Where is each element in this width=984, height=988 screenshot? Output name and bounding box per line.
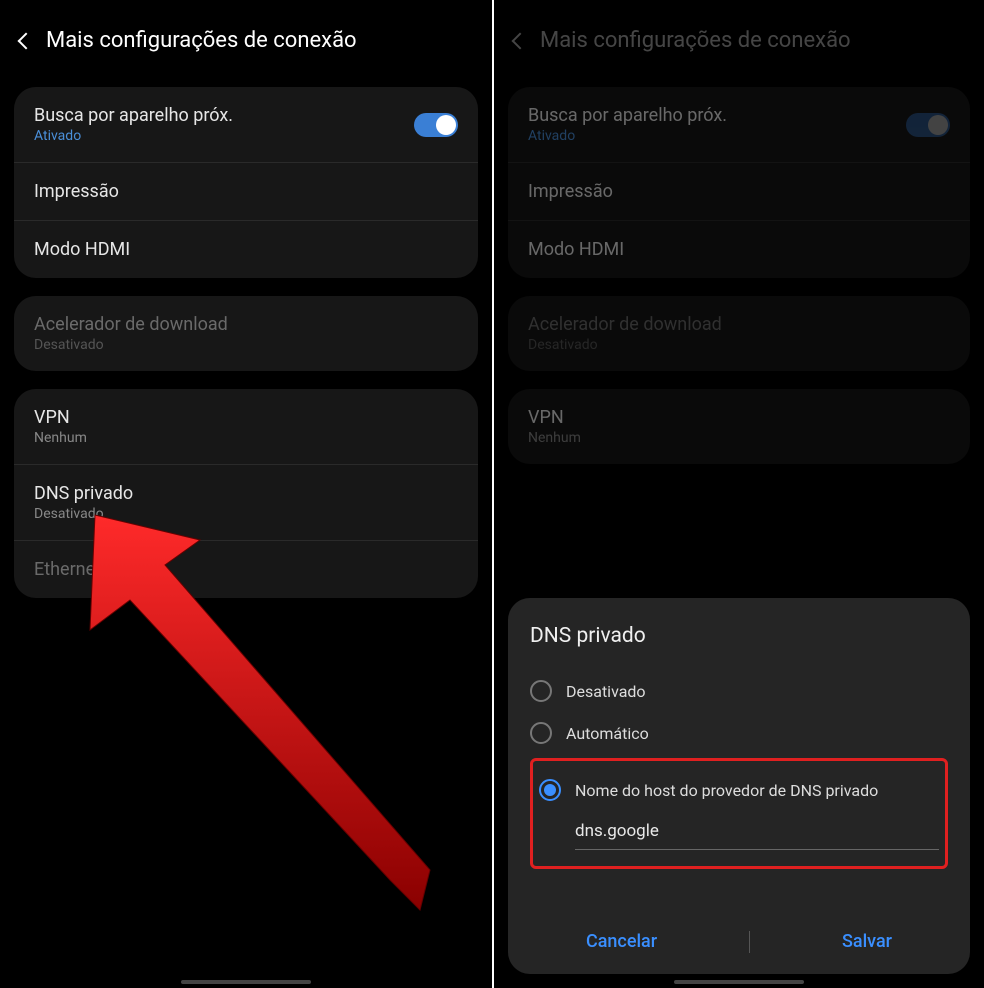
back-icon[interactable] bbox=[18, 32, 35, 49]
cancel-button[interactable]: Cancelar bbox=[566, 925, 677, 958]
radio-icon[interactable] bbox=[530, 680, 552, 702]
row-nearby-search: Busca por aparelho próx. Ativado bbox=[508, 87, 970, 163]
row-subtitle: Nenhum bbox=[528, 430, 581, 446]
row-vpn[interactable]: VPN Nenhum bbox=[14, 389, 478, 465]
row-title: Ethernet bbox=[34, 559, 101, 580]
row-title: Acelerador de download bbox=[528, 314, 722, 335]
row-subtitle: Ativado bbox=[34, 128, 233, 144]
settings-card-2: Acelerador de download Desativado bbox=[508, 296, 970, 371]
row-hdmi[interactable]: Modo HDMI bbox=[14, 221, 478, 278]
settings-card-3: VPN Nenhum bbox=[508, 389, 970, 464]
divider-icon bbox=[749, 931, 750, 953]
toggle-switch bbox=[906, 113, 950, 137]
row-title: VPN bbox=[528, 407, 581, 428]
page-title: Mais configurações de conexão bbox=[46, 28, 357, 53]
row-title: Busca por aparelho próx. bbox=[34, 105, 233, 126]
row-title: Acelerador de download bbox=[34, 314, 228, 335]
dialog-actions: Cancelar Salvar bbox=[530, 925, 948, 958]
settings-card-1: Busca por aparelho próx. Ativado Impress… bbox=[508, 87, 970, 278]
private-dns-dialog: DNS privado Desativado Automático Nome d… bbox=[508, 598, 970, 974]
radio-option-auto[interactable]: Automático bbox=[530, 712, 948, 754]
row-title: Modo HDMI bbox=[34, 239, 130, 260]
row-title: Modo HDMI bbox=[528, 239, 624, 260]
row-download-booster: Acelerador de download Desativado bbox=[14, 296, 478, 371]
home-indicator-icon bbox=[181, 980, 311, 984]
row-nearby-search[interactable]: Busca por aparelho próx. Ativado bbox=[14, 87, 478, 163]
row-subtitle: Desativado bbox=[34, 506, 133, 522]
dialog-title: DNS privado bbox=[530, 624, 948, 648]
row-ethernet: Ethernet bbox=[14, 541, 478, 598]
radio-label: Automático bbox=[566, 724, 649, 743]
row-vpn: VPN Nenhum bbox=[508, 389, 970, 464]
radio-option-off[interactable]: Desativado bbox=[530, 670, 948, 712]
row-printing[interactable]: Impressão bbox=[14, 163, 478, 221]
settings-card-2: Acelerador de download Desativado bbox=[14, 296, 478, 371]
row-title: VPN bbox=[34, 407, 87, 428]
header: Mais configurações de conexão bbox=[494, 0, 984, 77]
left-panel: Mais configurações de conexão Busca por … bbox=[0, 0, 492, 988]
row-private-dns[interactable]: DNS privado Desativado bbox=[14, 465, 478, 541]
radio-icon[interactable] bbox=[530, 722, 552, 744]
radio-option-hostname[interactable]: Nome do host do provedor de DNS privado bbox=[539, 769, 939, 811]
home-indicator-icon bbox=[674, 980, 804, 984]
row-printing: Impressão bbox=[508, 163, 970, 221]
header: Mais configurações de conexão bbox=[0, 0, 492, 77]
input-underline bbox=[575, 849, 939, 850]
back-icon bbox=[512, 32, 529, 49]
row-title: DNS privado bbox=[34, 483, 133, 504]
row-subtitle: Ativado bbox=[528, 128, 727, 144]
radio-icon[interactable] bbox=[539, 779, 561, 801]
save-button[interactable]: Salvar bbox=[822, 925, 912, 958]
settings-card-1: Busca por aparelho próx. Ativado Impress… bbox=[14, 87, 478, 278]
hostname-input[interactable]: dns.google bbox=[575, 821, 939, 841]
row-title: Busca por aparelho próx. bbox=[528, 105, 727, 126]
row-title: Impressão bbox=[528, 181, 613, 202]
annotation-highlight: Nome do host do provedor de DNS privado … bbox=[530, 758, 948, 869]
toggle-switch[interactable] bbox=[414, 113, 458, 137]
right-panel: Mais configurações de conexão Busca por … bbox=[492, 0, 984, 988]
row-title: Impressão bbox=[34, 181, 119, 202]
row-subtitle: Desativado bbox=[528, 337, 722, 353]
row-hdmi: Modo HDMI bbox=[508, 221, 970, 278]
radio-label: Desativado bbox=[566, 682, 646, 701]
settings-card-3: VPN Nenhum DNS privado Desativado Ethern… bbox=[14, 389, 478, 598]
row-download-booster: Acelerador de download Desativado bbox=[508, 296, 970, 371]
row-subtitle: Nenhum bbox=[34, 430, 87, 446]
radio-label: Nome do host do provedor de DNS privado bbox=[575, 781, 878, 800]
row-subtitle: Desativado bbox=[34, 337, 228, 353]
page-title: Mais configurações de conexão bbox=[540, 28, 851, 53]
